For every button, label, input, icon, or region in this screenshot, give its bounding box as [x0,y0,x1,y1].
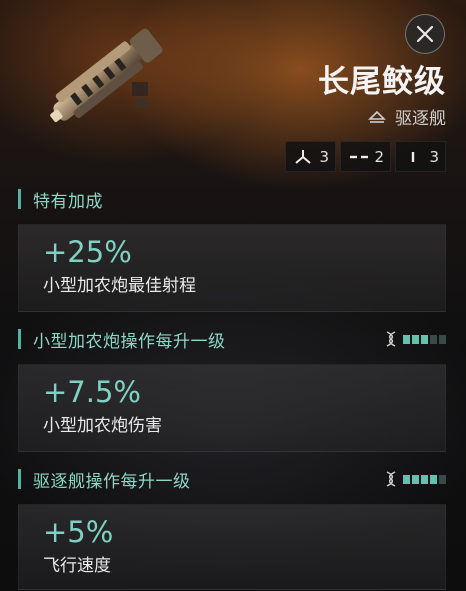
section-header-role-bonus: 特有加成 [18,186,446,212]
bonus-description: 飞行速度 [43,556,111,576]
low-slot: 3 [395,141,446,172]
skill-level-indicator[interactable] [385,331,446,347]
bonus-card-destroyer: +5% 飞行速度 [18,504,446,590]
ship-name: 长尾鲛级 [318,64,446,100]
high-slot-icon [295,149,311,164]
high-slot-count: 3 [319,147,329,166]
mid-slot-icon [350,155,368,158]
bonus-description: 小型加农炮最佳射程 [43,276,196,296]
skill-pips [403,474,446,484]
close-button[interactable] [405,14,445,54]
mid-slot-count: 2 [374,147,384,166]
destroyer-class-icon [368,110,386,123]
skill-level-indicator[interactable] [385,471,446,487]
section-title: 特有加成 [33,191,103,212]
ship-class: 驱逐舰 [367,104,446,129]
skill-pip [412,334,419,344]
low-slot-icon [411,151,415,162]
section-title: 小型加农炮操作每升一级 [33,331,226,352]
ship-image [50,28,163,122]
skill-pip [430,334,437,344]
skill-pip [430,474,437,484]
section-title: 驱逐舰操作每升一级 [33,471,191,492]
skill-pip [421,474,428,484]
section-header-small-hybrid: 小型加农炮操作每升一级 [18,326,446,352]
mid-slot: 2 [340,141,391,172]
skill-pip [403,474,410,484]
skill-pip [421,334,428,344]
low-slot-count: 3 [429,147,439,166]
bonus-value: +25% [43,235,132,269]
bonus-description: 小型加农炮伤害 [43,416,162,436]
skill-pip [412,474,419,484]
section-header-destroyer: 驱逐舰操作每升一级 [18,466,446,492]
section-accent-bar [18,329,21,349]
bonus-card-role: +25% 小型加农炮最佳射程 [18,224,446,312]
close-icon [416,25,434,43]
skill-helix-icon [386,471,396,487]
ship-class-label: 驱逐舰 [395,109,446,129]
section-accent-bar [18,189,21,209]
high-slot: 3 [285,141,336,172]
skill-pips [403,334,446,344]
skill-pip [439,334,446,344]
bonus-value: +7.5% [43,375,141,409]
bonus-card-small-hybrid: +7.5% 小型加农炮伤害 [18,364,446,452]
slot-summary: 3 2 3 [285,141,446,172]
skill-pip [439,474,446,484]
bonus-value: +5% [43,515,114,549]
skill-helix-icon [386,331,396,347]
section-accent-bar [18,469,21,489]
skill-pip [403,334,410,344]
